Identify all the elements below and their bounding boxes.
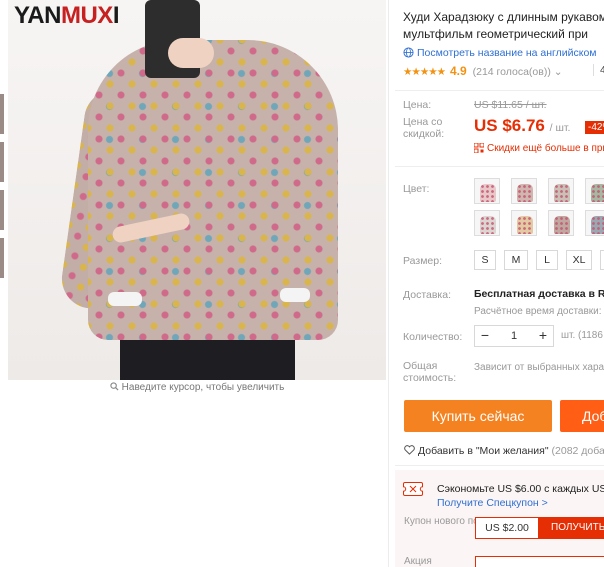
- wishlist-count: (2082 доба: [551, 445, 604, 457]
- votes-count[interactable]: (214 голоса(ов)) ⌄: [473, 66, 563, 78]
- promo-label: Акция: [404, 556, 432, 567]
- swatch-garment-graphic: [517, 184, 533, 202]
- rating-value: 4.9: [450, 64, 467, 78]
- quantity-stepper: − +: [474, 325, 554, 347]
- size-option-xl[interactable]: XL: [566, 250, 592, 270]
- chevron-down-icon[interactable]: ⌄: [554, 66, 563, 78]
- swatch-garment-graphic: [480, 216, 496, 234]
- coupon-savings-text: Сэкономьте US $6.00 с каждых US $: [437, 483, 604, 495]
- zoom-hint-text: Наведите курсор, чтобы увеличить: [121, 382, 285, 393]
- color-swatch[interactable]: [474, 178, 500, 204]
- quantity-decrease-button[interactable]: −: [475, 326, 495, 346]
- size-label: Размер:: [403, 255, 443, 267]
- thumbnail[interactable]: [0, 190, 4, 230]
- translate-title-link[interactable]: Посмотреть название на английском: [403, 47, 597, 59]
- buy-now-button[interactable]: Купить сейчас: [404, 400, 552, 432]
- votes-text[interactable]: (214 голоса(ов)): [473, 66, 551, 78]
- bulk-discount-text[interactable]: Скидки ещё больше в при: [487, 143, 604, 154]
- discount-price-value: US $6.76: [474, 116, 545, 135]
- globe-icon: [403, 47, 414, 58]
- total-cost-label: Общая стоимость:: [403, 360, 457, 384]
- divider: [395, 465, 604, 466]
- swatch-garment-graphic: [554, 216, 570, 234]
- promo-box[interactable]: [475, 556, 604, 567]
- cuff-graphic: [108, 292, 142, 306]
- size-option-m[interactable]: M: [504, 250, 528, 270]
- color-label: Цвет:: [403, 183, 430, 195]
- color-swatch[interactable]: [548, 210, 574, 236]
- swatch-garment-graphic: [591, 216, 604, 234]
- total-cost-value: Зависит от выбранных харак: [474, 362, 604, 373]
- add-to-cart-button[interactable]: Доба: [560, 400, 604, 432]
- delivery-label: Доставка:: [403, 289, 452, 301]
- magnifier-icon: [110, 382, 119, 391]
- product-page: YANMUXI Наведите курсор, чтобы увеличить…: [0, 0, 604, 567]
- divider: [395, 166, 604, 167]
- color-swatch[interactable]: [548, 178, 574, 204]
- product-main-image[interactable]: YANMUXI: [8, 0, 386, 380]
- brand-logo-part: YAN: [14, 2, 61, 29]
- divider: [388, 0, 389, 567]
- zoom-hint: Наведите курсор, чтобы увеличить: [8, 382, 386, 393]
- product-title: Худи Харадзюку с длинным рукавом мультфи…: [403, 9, 604, 43]
- product-title-line: Худи Харадзюку с длинным рукавом: [403, 10, 604, 24]
- price-box: Цена: US $11.65 / шт. Цена со скидкой: U…: [395, 90, 604, 163]
- rating-stars-icon: ★★★★★: [403, 66, 446, 78]
- quantity-input[interactable]: [495, 326, 533, 346]
- hand-graphic: [168, 38, 214, 68]
- coupon-icon: [403, 482, 423, 496]
- coupon-section: Сэкономьте US $6.00 с каждых US $ Получи…: [395, 470, 604, 567]
- brand-logo: YANMUXI: [14, 2, 119, 30]
- price-label: Цена:: [403, 99, 432, 111]
- orders-count: 462: [593, 64, 604, 76]
- thumbnail[interactable]: [0, 238, 4, 278]
- wishlist-text[interactable]: Добавить в "Мои желания": [418, 445, 549, 457]
- cuff-graphic: [280, 288, 310, 302]
- swatch-garment-graphic: [554, 184, 570, 202]
- swatch-garment-graphic: [480, 184, 496, 202]
- brand-logo-part: MUX: [60, 2, 113, 29]
- get-special-coupon-link[interactable]: Получите Спецкупон >: [437, 497, 548, 509]
- bulk-discount-link[interactable]: Скидки ещё больше в при: [473, 142, 604, 154]
- add-to-wishlist-link[interactable]: Добавить в "Мои желания" (2082 доба: [404, 445, 604, 457]
- rating-row: ★★★★★ 4.9 (214 голоса(ов)) ⌄ 462: [403, 64, 604, 78]
- quantity-available: шт. (1186: [561, 330, 603, 341]
- product-title-line: мультфильм геометрический при: [403, 27, 588, 41]
- thumbnail[interactable]: [0, 142, 4, 182]
- size-option-l[interactable]: L: [536, 250, 558, 270]
- new-user-coupon-amount: US $2.00: [475, 517, 539, 539]
- color-swatch[interactable]: [585, 210, 604, 236]
- thumbnail-strip: [0, 0, 4, 380]
- get-coupon-button[interactable]: ПОЛУЧИТЬ: [539, 517, 604, 539]
- discount-badge: -42%: [585, 121, 604, 134]
- discount-price: US $6.76 / шт.: [474, 116, 570, 136]
- size-option-s[interactable]: S: [474, 250, 496, 270]
- color-swatch[interactable]: [511, 178, 537, 204]
- product-info-panel: Худи Харадзюку с длинным рукавом мультфи…: [395, 0, 604, 567]
- translate-link-text[interactable]: Посмотреть название на английском: [417, 47, 597, 59]
- color-swatch[interactable]: [585, 178, 604, 204]
- discount-price-label: Цена со скидкой:: [403, 116, 445, 140]
- quantity-label: Количество:: [403, 331, 463, 343]
- swatch-garment-graphic: [591, 184, 604, 202]
- qr-code-icon: [473, 142, 485, 154]
- per-unit-label: / шт.: [549, 122, 571, 134]
- delivery-time: Расчётное время доставки:: [474, 306, 602, 317]
- original-price: US $11.65 / шт.: [474, 99, 547, 111]
- color-swatch[interactable]: [511, 210, 537, 236]
- size-option-xxl[interactable]: X: [600, 250, 604, 270]
- thumbnail[interactable]: [0, 94, 4, 134]
- swatch-garment-graphic: [517, 216, 533, 234]
- delivery-value[interactable]: Бесплатная доставка в Ru: [474, 288, 604, 300]
- heart-icon: [404, 445, 415, 455]
- color-swatch[interactable]: [474, 210, 500, 236]
- quantity-increase-button[interactable]: +: [533, 326, 553, 346]
- brand-logo-part: I: [112, 2, 120, 29]
